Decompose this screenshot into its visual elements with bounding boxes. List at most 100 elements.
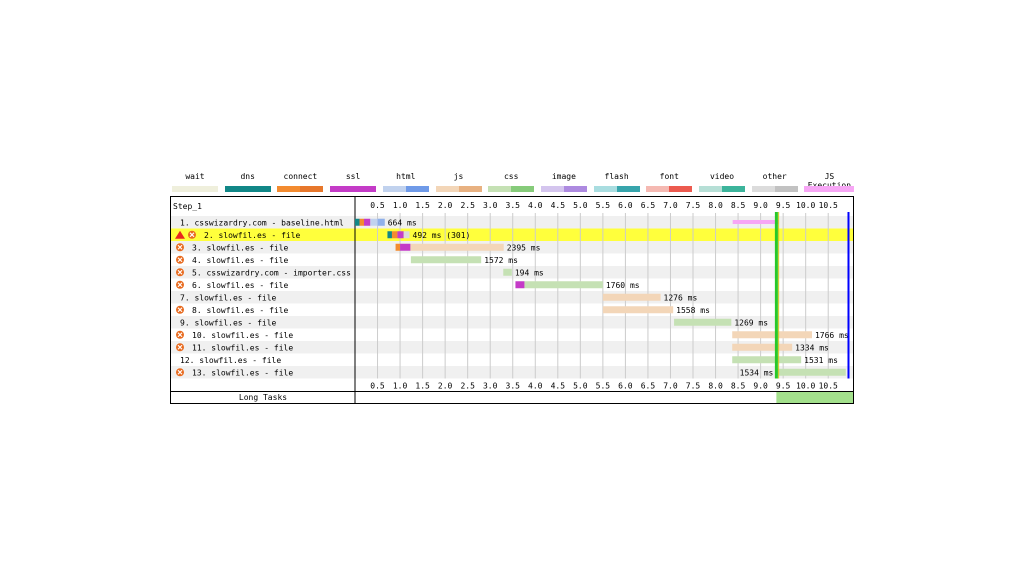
request-duration: 1766 ms bbox=[815, 331, 849, 340]
x-tick-label: 2.0 bbox=[438, 382, 453, 391]
x-tick-label: 5.0 bbox=[573, 201, 588, 210]
legend-label: wait bbox=[185, 172, 205, 181]
x-tick-label: 8.0 bbox=[708, 201, 723, 210]
request-phase-bar-overlay bbox=[377, 218, 385, 226]
x-tick-label: 4.5 bbox=[551, 382, 566, 391]
legend-swatch bbox=[382, 186, 429, 192]
legend-item: other bbox=[751, 168, 798, 196]
request-phase-bar bbox=[403, 231, 410, 239]
request-duration: 1534 ms bbox=[740, 368, 774, 377]
legend-label: font bbox=[659, 172, 679, 181]
request-phase-bar bbox=[602, 306, 674, 314]
request-phase-bar bbox=[355, 218, 360, 226]
legend-item: connect bbox=[277, 168, 324, 196]
request-label: 13. slowfil.es - file bbox=[192, 368, 293, 377]
legend-item: html bbox=[382, 168, 429, 196]
x-tick-label: 6.0 bbox=[618, 382, 633, 391]
legend-label: ssl bbox=[345, 172, 361, 181]
request-duration: 1572 ms bbox=[484, 256, 518, 265]
legend-item: dns bbox=[224, 168, 271, 196]
legend-item: ssl bbox=[330, 168, 377, 196]
request-duration: 492 ms (301) bbox=[413, 231, 471, 240]
x-tick-label: 7.5 bbox=[686, 201, 701, 210]
x-tick-label: 5.5 bbox=[596, 201, 611, 210]
legend-swatch bbox=[593, 186, 640, 192]
waterfall-chart: Step_1 0.5 0.5 1.0 1.0 1.5 1.5 2.0 2.0 2.5 2.5 3.0 3… bbox=[170, 196, 854, 404]
legend-label: js bbox=[453, 172, 464, 181]
x-tick-label: 3.0 bbox=[483, 201, 498, 210]
legend-item: wait bbox=[172, 168, 218, 196]
request-phase-bar bbox=[364, 218, 371, 226]
legend: wait dns connect ssl html js css image flash font… bbox=[170, 168, 855, 196]
legend-swatch bbox=[751, 186, 798, 192]
request-label: 3. slowfil.es - file bbox=[192, 243, 289, 252]
x-tick-label: 3.0 bbox=[483, 382, 498, 391]
request-label: 11. slowfil.es - file bbox=[192, 343, 293, 352]
request-phase-bar bbox=[732, 331, 812, 339]
request-phase-bar bbox=[732, 356, 802, 364]
x-tick-label: 7.0 bbox=[663, 201, 678, 210]
legend-swatch bbox=[488, 186, 535, 192]
request-phase-bar bbox=[410, 256, 482, 264]
request-phase-bar bbox=[732, 343, 793, 351]
request-phase-bar bbox=[524, 281, 603, 289]
x-tick-label: 9.5 bbox=[776, 382, 791, 391]
legend-swatch bbox=[224, 186, 271, 192]
x-tick-label: 10.5 bbox=[819, 382, 838, 391]
x-tick-label: 1.5 bbox=[415, 382, 430, 391]
request-duration: 664 ms bbox=[388, 218, 417, 227]
legend-item: js bbox=[435, 168, 482, 196]
request-phase-bar bbox=[370, 218, 378, 226]
x-tick-label: 7.5 bbox=[686, 382, 701, 391]
js-execution-bar bbox=[732, 220, 779, 224]
request-label: 9. slowfil.es - file bbox=[180, 318, 277, 327]
request-phase-bar bbox=[359, 218, 365, 226]
x-tick-label: 6.5 bbox=[641, 382, 656, 391]
request-phase-bar bbox=[395, 243, 401, 251]
legend-label: html bbox=[396, 172, 416, 181]
request-label: 8. slowfil.es - file bbox=[192, 306, 289, 315]
x-tick-label: 5.5 bbox=[596, 382, 611, 391]
legend-label: flash bbox=[604, 172, 629, 181]
request-phase-bar bbox=[776, 368, 846, 376]
legend-swatch bbox=[699, 186, 745, 192]
legend-item: video bbox=[699, 168, 745, 196]
legend-swatch bbox=[330, 186, 377, 192]
x-tick-label: 4.0 bbox=[528, 201, 543, 210]
legend-label: css bbox=[503, 172, 519, 181]
x-tick-label: 2.0 bbox=[438, 201, 453, 210]
request-phase-bar bbox=[503, 268, 512, 276]
long-task-bar bbox=[776, 392, 853, 403]
legend-swatch bbox=[435, 186, 482, 192]
legend-item: font bbox=[646, 168, 693, 196]
x-tick-label: 4.0 bbox=[528, 382, 543, 391]
x-tick-label: 3.5 bbox=[506, 382, 521, 391]
waterfall-svg: Step_1 0.5 0.5 1.0 1.0 1.5 1.5 2.0 2.0 2.5 2.5 3.0 3… bbox=[171, 197, 853, 403]
x-tick-label: 9.5 bbox=[776, 201, 791, 210]
step-title: Step_1 bbox=[173, 202, 202, 211]
legend-label: dns bbox=[240, 172, 255, 181]
x-tick-label: 5.0 bbox=[573, 382, 588, 391]
request-duration: 1760 ms bbox=[606, 281, 640, 290]
x-tick-label: 3.5 bbox=[506, 201, 521, 210]
x-tick-label: 0.5 bbox=[370, 201, 385, 210]
legend-item: flash bbox=[593, 168, 640, 196]
x-tick-label: 6.0 bbox=[618, 201, 633, 210]
request-phase-bar bbox=[602, 293, 661, 301]
request-label: 6. slowfil.es - file bbox=[192, 281, 289, 290]
request-label: 5. csswizardry.com - importer.css bbox=[192, 268, 351, 277]
request-label: 4. slowfil.es - file bbox=[192, 256, 289, 265]
legend-swatch bbox=[277, 186, 324, 192]
long-tasks-label: Long Tasks bbox=[239, 393, 287, 402]
legend-label: connect bbox=[283, 172, 318, 181]
x-tick-label: 10.5 bbox=[819, 201, 838, 210]
x-tick-label: 10.0 bbox=[796, 382, 815, 391]
legend-item: JS Execution bbox=[804, 168, 855, 196]
request-phase-bar bbox=[515, 281, 525, 289]
x-tick-label: 2.5 bbox=[460, 382, 475, 391]
request-phase-bar bbox=[400, 243, 411, 251]
request-duration: 1558 ms bbox=[676, 306, 710, 315]
x-tick-label: 9.0 bbox=[753, 382, 768, 391]
request-label: 10. slowfil.es - file bbox=[192, 331, 293, 340]
legend-item: css bbox=[488, 168, 535, 196]
